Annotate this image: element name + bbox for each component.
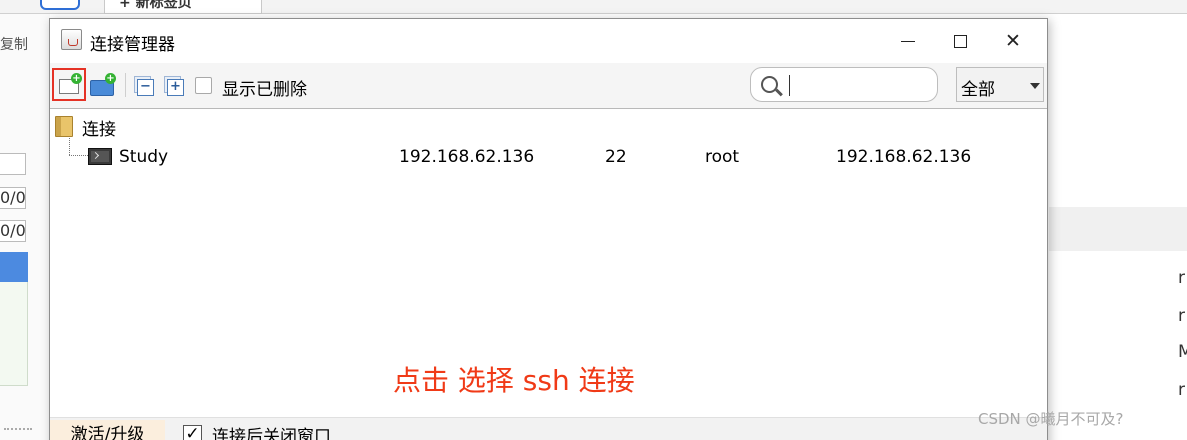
chevron-down-icon [1030,83,1040,89]
connection-row[interactable]: Study 192.168.62.136 22 root 192.168.62.… [50,144,1047,172]
close-button[interactable]: ✕ [978,19,1047,63]
connection-tree: 连接 Study 192.168.62.136 22 root 192.168.… [50,109,1047,417]
background-new-tab[interactable]: + 新标签页 [104,0,262,14]
new-folder-button[interactable]: + [90,71,118,99]
background-right-char: r [1178,306,1185,326]
connection-address: 192.168.62.136 [836,147,972,167]
maximize-icon [953,35,967,48]
tutorial-annotation: 点击 选择 ssh 连接 [393,364,635,397]
collapse-all-button[interactable]: − [134,71,162,99]
search-input[interactable] [793,73,931,97]
plus-icon: + [105,73,116,84]
show-deleted-label[interactable]: 显示已删除 [222,75,307,100]
background-list-panel [0,282,28,386]
folder-icon [55,116,73,137]
background-right-char: r [1178,268,1185,288]
close-after-connect-label[interactable]: 连接后关闭窗口 [212,422,331,440]
connection-host: 192.168.62.136 [399,147,535,167]
close-after-connect-checkbox[interactable]: ✓ [183,425,202,440]
close-icon: ✕ [1005,30,1021,52]
terminal-icon [88,148,112,165]
plus-icon: + [71,73,82,84]
expand-all-button[interactable]: + [164,71,192,99]
background-right-char: r [1178,380,1185,400]
dialog-footer: 激活/升级 ✓ 连接后关闭窗口 [50,417,1047,440]
background-counter-1: 0/0 [0,187,26,209]
csdn-watermark: CSDN @曦月不可及? [978,410,1124,428]
java-app-icon [61,29,82,50]
text-caret [789,75,790,96]
background-selected-item [0,252,28,282]
connection-manager-dialog: 连接管理器 ✕ + + − + 显示已删除 全部 连接 Study 192.16… [49,18,1048,440]
background-tab-icon [40,0,80,10]
filter-value: 全部 [961,80,995,100]
connection-user: root [705,147,740,167]
search-box[interactable] [750,67,938,102]
tree-folder-row[interactable]: 连接 [50,112,1047,140]
filter-dropdown[interactable]: 全部 [956,67,1044,102]
show-deleted-checkbox[interactable] [195,77,212,94]
collapse-all-icon: − [137,79,154,96]
new-connection-button[interactable]: + [52,68,86,101]
background-field [0,153,26,175]
background-tab-bar: + 新标签页 [0,0,1187,14]
title-bar[interactable]: 连接管理器 ✕ [50,19,1047,63]
search-icon [761,76,778,93]
background-row-band [1049,207,1187,251]
folder-label: 连接 [82,120,116,140]
background-right-char: M [1178,342,1187,362]
toolbar: + + − + 显示已删除 全部 [50,63,1047,109]
connection-name: Study [119,147,169,167]
background-divider [4,428,32,430]
connection-port: 22 [605,147,627,167]
toolbar-separator [125,73,126,97]
window-title: 连接管理器 [90,35,175,55]
background-counter-2: 0/0 [0,220,26,242]
activate-upgrade-button[interactable]: 激活/升级 [50,420,165,440]
expand-all-icon: + [167,79,184,96]
background-copy-label: 复制 [0,37,28,53]
minimize-icon [901,41,915,42]
